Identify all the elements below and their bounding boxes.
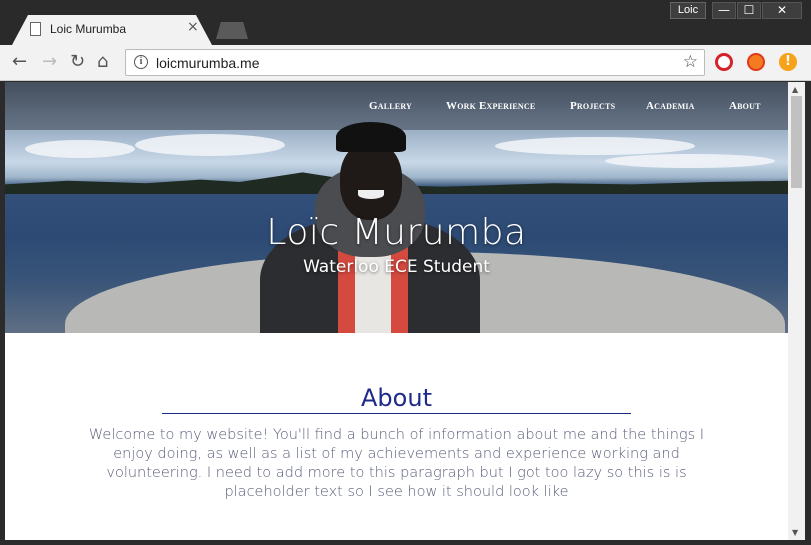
bookmark-star-icon[interactable]: ☆ — [683, 52, 698, 72]
title-bar: Loic Murumba × Loic — ☐ ✕ — [0, 0, 811, 45]
close-window-button[interactable]: ✕ — [762, 2, 802, 19]
minimize-button[interactable]: — — [712, 2, 736, 19]
reload-icon[interactable]: ↻ — [70, 52, 85, 72]
home-icon[interactable]: ⌂ — [97, 52, 108, 72]
vertical-scrollbar[interactable]: ▲ ▼ — [788, 82, 805, 540]
cloud-shape — [495, 137, 695, 155]
info-icon[interactable]: i — [134, 55, 148, 69]
cloud-shape — [25, 140, 135, 158]
page-viewport: Gallery Work Experience Projects Academi… — [5, 82, 788, 540]
about-divider — [162, 413, 631, 414]
scroll-up-arrow-icon[interactable]: ▲ — [792, 85, 798, 94]
scroll-thumb[interactable] — [791, 96, 802, 188]
nav-work-experience[interactable]: Work Experience — [446, 100, 535, 112]
about-heading: About — [361, 384, 432, 412]
nav-academia[interactable]: Academia — [646, 100, 695, 112]
hero-subtitle: Waterloo ECE Student — [303, 257, 490, 277]
browser-toolbar: ← → ↻ ⌂ i loicmurumba.me ☆ ! — [0, 45, 811, 81]
page-icon — [30, 22, 41, 36]
hero-banner: Gallery Work Experience Projects Academi… — [5, 82, 788, 333]
url-text[interactable]: loicmurumba.me — [156, 55, 259, 71]
scroll-down-arrow-icon[interactable]: ▼ — [792, 528, 798, 537]
close-tab-icon[interactable]: × — [187, 19, 199, 35]
nav-gallery[interactable]: Gallery — [369, 100, 412, 112]
address-bar[interactable]: i loicmurumba.me ☆ — [125, 49, 705, 76]
warning-extension-icon[interactable]: ! — [779, 53, 797, 71]
back-arrow-icon[interactable]: ← — [12, 52, 27, 72]
cloud-shape — [605, 154, 775, 168]
fire-extension-icon[interactable] — [747, 53, 765, 71]
forward-arrow-icon[interactable]: → — [42, 52, 57, 72]
profile-button[interactable]: Loic — [670, 2, 706, 19]
new-tab-button[interactable] — [216, 22, 248, 39]
maximize-button[interactable]: ☐ — [737, 2, 761, 19]
hero-title: Loïc Murumba — [266, 212, 527, 253]
nav-projects[interactable]: Projects — [570, 100, 615, 112]
about-paragraph: Welcome to my website! You'll find a bun… — [88, 427, 705, 500]
nav-about[interactable]: About — [729, 100, 761, 112]
tab-title: Loic Murumba — [50, 22, 127, 36]
opera-extension-icon[interactable] — [715, 53, 733, 71]
